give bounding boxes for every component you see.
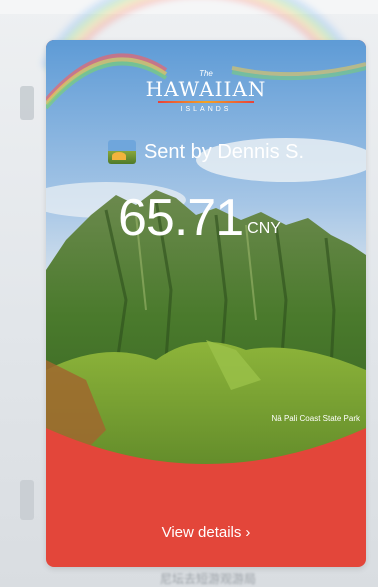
background-strip	[20, 86, 34, 120]
background-bottom-text: 尼坛去短游观游局	[160, 572, 257, 586]
brand-name: HAWAIIAN	[145, 77, 267, 101]
sender-row: Sent by Dennis S.	[46, 140, 366, 164]
brand-logo: The HAWAIIAN ISLANDS	[46, 70, 366, 114]
photo-caption: Nā Pali Coast State Park	[271, 414, 360, 423]
amount-currency: CNY	[247, 220, 281, 237]
sender-label: Sent by Dennis S.	[143, 140, 305, 163]
amount-value: 65.71	[118, 189, 244, 247]
view-details-label: View details	[161, 524, 242, 541]
sender-avatar	[107, 140, 136, 164]
background-strip	[20, 480, 34, 520]
amount: 65.71 CNY	[118, 192, 281, 244]
gift-card[interactable]: The HAWAIIAN ISLANDS Sent by Dennis S. 6…	[46, 40, 366, 567]
view-details-button[interactable]: View details ›	[46, 524, 366, 541]
brand-underline	[158, 101, 254, 103]
brand-sub: ISLANDS	[180, 106, 232, 113]
chevron-right-icon: ›	[245, 524, 251, 541]
